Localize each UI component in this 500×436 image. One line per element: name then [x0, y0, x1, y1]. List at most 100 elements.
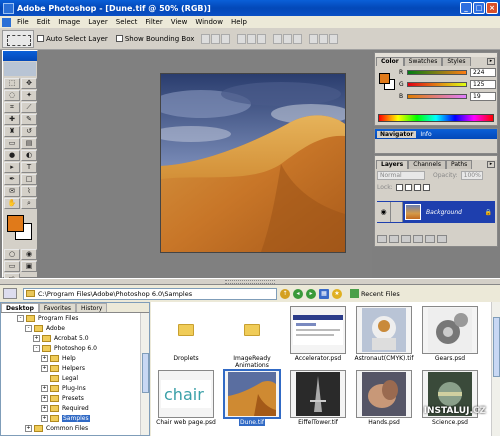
tree-node[interactable]: + Help — [1, 353, 149, 363]
document-icon[interactable] — [2, 17, 11, 27]
tree-node[interactable]: - Photoshop 6.0 — [1, 343, 149, 353]
marquee-tool-icon[interactable]: ⬚ — [4, 78, 20, 89]
tree-node[interactable]: + Samples — [1, 413, 149, 423]
pen-tool-icon[interactable]: ✒ — [4, 174, 20, 185]
expand-toggle-icon[interactable]: + — [41, 354, 48, 362]
distribute-left-button[interactable] — [309, 33, 319, 44]
menu-help[interactable]: Help — [227, 18, 251, 26]
align-vcenter-button[interactable] — [211, 33, 221, 44]
history-brush-icon[interactable]: ↺ — [21, 126, 37, 137]
screen-mode-standard-icon[interactable]: ▭ — [4, 261, 20, 272]
path-field[interactable]: C:\Program Files\Adobe\Photoshop 6.0\Sam… — [23, 287, 277, 300]
file-item[interactable]: ImageReady Animations — [219, 306, 285, 369]
thumbnail-scrollbar[interactable] — [491, 302, 500, 436]
expand-toggle-icon[interactable]: + — [25, 424, 32, 432]
file-browser-splitter[interactable] — [0, 278, 500, 285]
tree-node[interactable]: + Plug-Ins — [1, 383, 149, 393]
back-icon[interactable]: ◂ — [293, 288, 303, 299]
tree-scrollbar[interactable] — [140, 313, 149, 435]
crop-tool-icon[interactable]: ⌗ — [4, 102, 20, 113]
tab-favorites[interactable]: Favorites — [38, 303, 77, 312]
move-tool-icon[interactable]: ✥ — [21, 78, 37, 89]
distribute-top-button[interactable] — [273, 33, 283, 44]
blur-tool-icon[interactable]: ● — [4, 150, 20, 161]
eye-icon[interactable]: ◉ — [377, 202, 391, 222]
adobe-logo-icon[interactable] — [4, 62, 36, 76]
up-folder-icon[interactable]: ↑ — [280, 288, 290, 299]
screen-mode-full-icon[interactable]: ▣ — [21, 261, 37, 272]
lock-all-checkbox[interactable] — [422, 183, 430, 191]
expand-toggle-icon[interactable]: + — [41, 394, 48, 402]
expand-toggle-icon[interactable]: - — [25, 324, 32, 332]
auto-select-layer-option[interactable]: Auto Select Layer — [37, 35, 108, 43]
expand-toggle-icon[interactable]: + — [41, 414, 48, 422]
tab-desktop[interactable]: Desktop — [1, 303, 39, 312]
green-value-field[interactable]: 125 — [470, 79, 496, 89]
bounding-box-checkbox[interactable] — [115, 35, 123, 42]
delete-layer-button[interactable] — [437, 235, 447, 243]
file-item[interactable]: Science.psd — [417, 370, 483, 430]
tree-node[interactable]: + Acrobat 5.0 — [1, 333, 149, 343]
folder-icon[interactable] — [158, 306, 214, 354]
opacity-field[interactable]: 100% — [460, 170, 483, 180]
move-tool-preset-icon[interactable] — [2, 29, 34, 48]
red-value-field[interactable]: 224 — [470, 67, 496, 77]
menu-select[interactable]: Select — [112, 18, 142, 26]
tree-node[interactable]: + Helpers — [1, 363, 149, 373]
stamp-tool-icon[interactable]: ♜ — [4, 126, 20, 137]
type-tool-icon[interactable]: T — [21, 162, 37, 173]
path-select-icon[interactable]: ▸ — [4, 162, 20, 173]
tree-node[interactable]: + Required — [1, 403, 149, 413]
tree-node[interactable]: - Adobe — [1, 323, 149, 333]
zoom-tool-icon[interactable]: ⌕ — [21, 198, 37, 209]
eyedropper-icon[interactable]: ⌇ — [21, 186, 37, 197]
forward-icon[interactable]: ▸ — [306, 288, 316, 299]
align-right-button[interactable] — [257, 33, 267, 44]
new-layer-button[interactable] — [425, 235, 435, 243]
document-image-dune[interactable] — [160, 73, 346, 253]
minimize-button[interactable]: _ — [460, 2, 472, 14]
align-bottom-button[interactable] — [221, 33, 231, 44]
tree-node[interactable]: + Presets — [1, 393, 149, 403]
expand-toggle-icon[interactable]: - — [33, 344, 40, 352]
menu-image[interactable]: Image — [54, 18, 84, 26]
dune-thumbnail[interactable] — [223, 369, 281, 419]
expand-toggle-icon[interactable]: + — [41, 364, 48, 372]
lock-transparency-checkbox[interactable] — [395, 183, 403, 191]
shape-tool-icon[interactable]: □ — [21, 174, 37, 185]
menu-filter[interactable]: Filter — [141, 18, 166, 26]
layer-row-background[interactable]: ◉ Background 🔒 — [377, 201, 495, 223]
gradient-tool-icon[interactable]: ▤ — [21, 138, 37, 149]
menu-window[interactable]: Window — [191, 18, 227, 26]
tree-node[interactable]: + Common Files — [1, 423, 149, 433]
show-bounding-box-option[interactable]: Show Bounding Box — [115, 35, 194, 43]
file-item[interactable]: Dune.tif — [219, 369, 285, 430]
layer-mask-button[interactable] — [389, 235, 399, 243]
tab-styles[interactable]: Styles — [442, 57, 471, 66]
color-foreground-swatch[interactable] — [379, 73, 390, 84]
color-spectrum-bar[interactable] — [378, 114, 494, 122]
expand-toggle-icon[interactable]: + — [33, 334, 40, 342]
menu-file[interactable]: File — [13, 18, 33, 26]
menu-view[interactable]: View — [167, 18, 192, 26]
hand-tool-icon[interactable]: ✋ — [4, 198, 20, 209]
healing-tool-icon[interactable]: ✚ — [4, 114, 20, 125]
lasso-tool-icon[interactable]: ◌ — [4, 90, 20, 101]
tab-paths[interactable]: Paths — [445, 160, 473, 169]
magic-wand-icon[interactable]: ✦ — [21, 90, 37, 101]
layers-menu-button[interactable]: ▸ — [487, 161, 495, 168]
file-item[interactable]: Accelerator.psd — [285, 306, 351, 366]
lock-image-checkbox[interactable] — [404, 183, 412, 191]
green-slider[interactable] — [407, 81, 467, 87]
auto-select-checkbox[interactable] — [37, 35, 44, 42]
file-item[interactable]: Droplets — [153, 306, 219, 366]
menu-layer[interactable]: Layer — [84, 18, 112, 26]
file-item[interactable]: chair Chair web page.psd — [153, 370, 219, 430]
distribute-right-button[interactable] — [329, 33, 339, 44]
new-adjustment-button[interactable] — [413, 235, 423, 243]
standard-mode-icon[interactable]: ○ — [4, 249, 20, 260]
chair-thumbnail[interactable]: chair — [158, 370, 214, 418]
accelerator-thumbnail[interactable] — [290, 306, 346, 354]
hands-thumbnail[interactable] — [356, 370, 412, 418]
blue-value-field[interactable]: 19 — [470, 91, 496, 101]
